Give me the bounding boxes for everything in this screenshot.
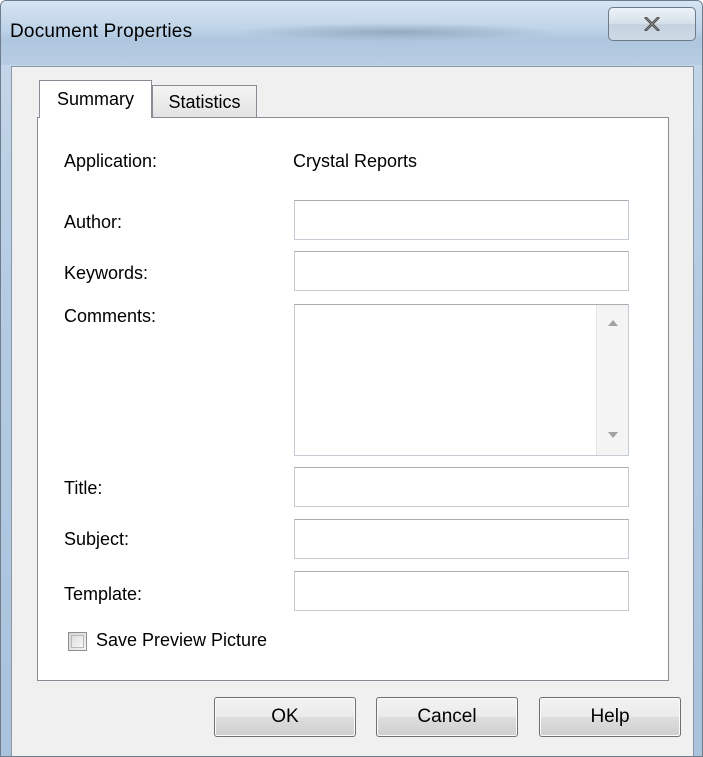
comments-label: Comments: <box>64 306 157 326</box>
subject-field[interactable] <box>294 519 629 559</box>
author-field[interactable] <box>294 200 629 240</box>
application-value: Crystal Reports <box>293 151 418 171</box>
template-field[interactable] <box>294 571 629 611</box>
scroll-down-arrow-icon[interactable] <box>608 432 618 438</box>
tab-summary-label: Summary <box>56 89 134 109</box>
subject-label: Subject: <box>64 529 130 549</box>
tab-summary[interactable]: Summary <box>39 80 152 118</box>
ok-button-label: OK <box>271 706 299 727</box>
help-button-label: Help <box>590 706 630 727</box>
scroll-up-arrow-icon[interactable] <box>608 320 618 326</box>
cancel-button[interactable]: Cancel <box>376 697 518 737</box>
author-label: Author: <box>64 212 123 232</box>
dialog-client-area: Summary Statistics Application: Crystal … <box>11 66 694 756</box>
window-title: Document Properties <box>10 21 193 42</box>
title-label: Title: <box>64 478 103 498</box>
title-field[interactable] <box>294 467 629 507</box>
keywords-field[interactable] <box>294 251 629 291</box>
summary-panel: Application: Crystal Reports Author: Key… <box>37 117 669 681</box>
close-icon <box>644 17 660 31</box>
cancel-button-label: Cancel <box>417 706 477 727</box>
ok-button[interactable]: OK <box>214 697 356 737</box>
keywords-label: Keywords: <box>64 263 149 283</box>
tab-statistics-label: Statistics <box>168 92 241 112</box>
tab-statistics[interactable]: Statistics <box>152 85 257 119</box>
title-bar[interactable]: Document Properties <box>1 1 702 65</box>
save-preview-label[interactable]: Save Preview Picture <box>96 630 267 651</box>
template-label: Template: <box>64 584 143 604</box>
save-preview-checkbox[interactable] <box>68 632 87 651</box>
close-button[interactable] <box>608 7 696 41</box>
help-button[interactable]: Help <box>539 697 681 737</box>
document-properties-dialog: Document Properties Summary Statistics A… <box>0 0 703 757</box>
application-label: Application: <box>64 151 158 171</box>
comments-textarea[interactable] <box>294 304 629 456</box>
comments-scrollbar[interactable] <box>596 305 628 455</box>
